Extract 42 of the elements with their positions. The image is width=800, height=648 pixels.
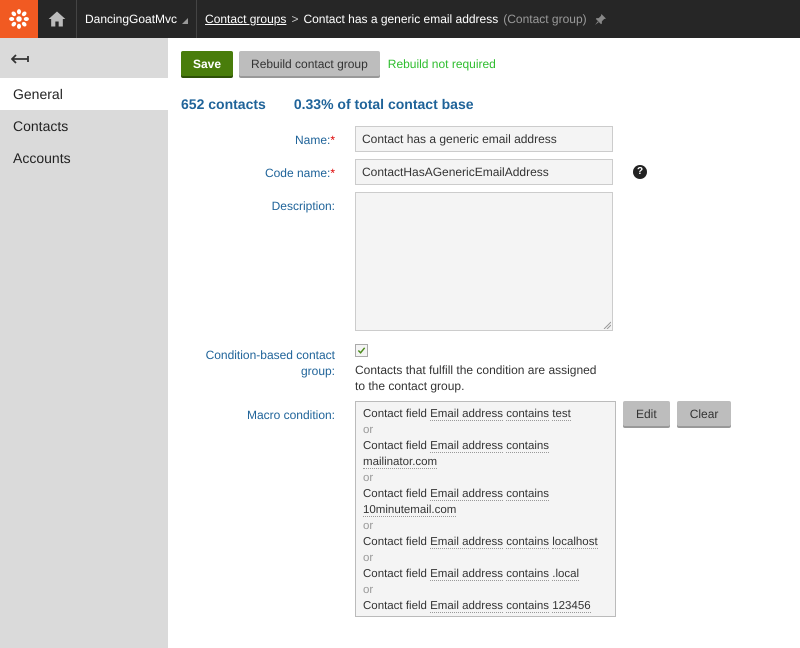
condition-text: Contact field Email address contains 10minutemail.com: [363, 487, 550, 518]
resize-handle-icon[interactable]: [603, 321, 611, 329]
condition-text: Contact field Email address contains test: [363, 407, 572, 422]
checkbox-note: Contacts that fulfill the condition are assigned to the contact group.: [355, 362, 598, 394]
breadcrumb-separator: >: [291, 12, 298, 26]
sidebar-item[interactable]: Contacts: [0, 110, 168, 142]
edit-button[interactable]: Edit: [623, 401, 670, 426]
condition-text: Contact field Email address contains localhost: [363, 535, 599, 550]
field-label: Condition-based contact group:: [206, 348, 335, 378]
required-mark: *: [330, 166, 335, 180]
description-field[interactable]: [355, 192, 613, 331]
breadcrumb-link[interactable]: Contact groups: [205, 12, 286, 26]
code-name-field[interactable]: ContactHasAGenericEmailAddress: [355, 159, 613, 185]
required-mark: *: [330, 133, 335, 147]
pin-icon[interactable]: [594, 14, 606, 24]
condition-text: Contact field Email address contains .local: [363, 567, 580, 582]
object-type: (Contact group): [503, 12, 587, 26]
field-label: Macro condition:: [246, 408, 335, 422]
or-operator: or: [363, 583, 374, 598]
help-icon[interactable]: ?: [633, 165, 647, 179]
sidebar-item[interactable]: General: [0, 78, 168, 110]
page-title: Contact has a generic email address: [303, 12, 498, 26]
field-label: Code name:: [264, 166, 330, 180]
contact-share: 0.33% of total contact base: [294, 96, 474, 112]
condition-checkbox[interactable]: [355, 344, 368, 357]
or-operator: or: [363, 519, 374, 534]
rebuild-button[interactable]: Rebuild contact group: [239, 51, 380, 76]
save-button[interactable]: Save: [181, 51, 234, 76]
rebuild-status: Rebuild not required: [388, 56, 496, 70]
condition-text: Contact field Email address contains mailinator.com: [363, 439, 550, 470]
sidebar-item[interactable]: Accounts: [0, 142, 168, 174]
caret-icon: [182, 18, 188, 24]
or-operator: or: [363, 551, 374, 566]
back-arrow-icon[interactable]: [11, 54, 29, 64]
or-operator: or: [363, 423, 374, 438]
condition-text: Contact field Email address contains 123456: [363, 599, 592, 614]
name-field[interactable]: Contact has a generic email address: [355, 126, 613, 152]
contact-count: 652 contacts: [181, 96, 266, 112]
field-label: Name:: [294, 133, 330, 147]
clear-button[interactable]: Clear: [676, 401, 732, 426]
or-operator: or: [363, 471, 374, 486]
field-label: Description:: [272, 199, 335, 213]
